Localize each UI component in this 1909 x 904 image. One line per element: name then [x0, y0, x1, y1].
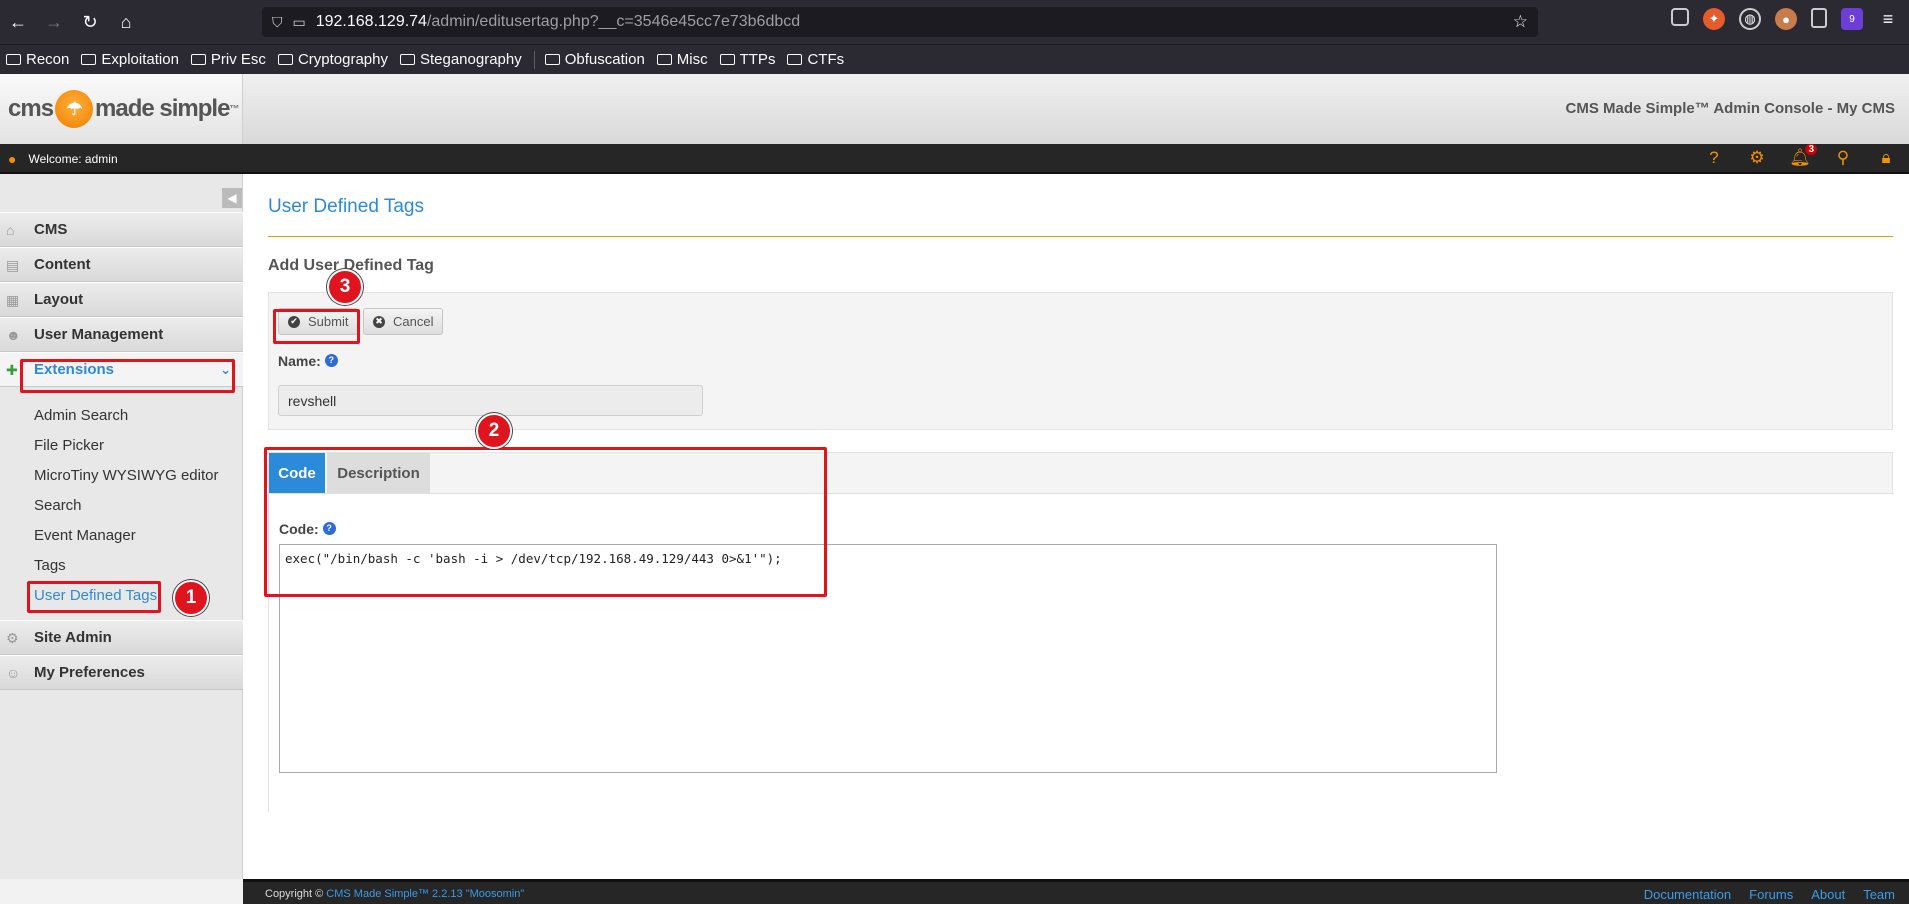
bookmark-ttps[interactable]: TTPs [719, 51, 775, 68]
home-icon: ⌂ [6, 222, 15, 238]
clipboard-icon[interactable] [1811, 8, 1827, 28]
folder-icon [719, 54, 735, 65]
annotation-box-extensions [20, 359, 235, 393]
foxyproxy-icon[interactable]: ✦ [1703, 8, 1725, 30]
bookmark-star-icon[interactable]: ☆ [1513, 12, 1528, 32]
cms-header: cms ☂ made simple ™ CMS Made Simple™ Adm… [0, 74, 1909, 144]
sidebar-item-tags[interactable]: Tags [34, 557, 66, 574]
bookmark-ctfs[interactable]: CTFs [787, 51, 844, 68]
footer-link-forums[interactable]: Forums [1749, 887, 1793, 902]
reload-icon[interactable]: ↻ [72, 4, 108, 40]
users-icon: ☻ [6, 327, 21, 343]
content-icon: ▤ [6, 257, 20, 273]
page-title: User Defined Tags [268, 196, 424, 217]
annotation-badge-2: 2 [476, 413, 512, 449]
notification-count: 3 [1805, 144, 1817, 155]
sidebar-item-event-manager[interactable]: Event Manager [34, 527, 136, 544]
shield-icon[interactable]: ⛉ [272, 14, 283, 31]
logo-sun-icon: ☂ [55, 90, 94, 128]
home-icon[interactable]: ⌂ [108, 4, 144, 40]
bookmark-steganography[interactable]: Steganography [399, 51, 522, 68]
close-icon: ✖ [373, 315, 385, 328]
sidebar-section-user-management[interactable]: ☻ User Management [0, 317, 243, 352]
url-host: 192.168.129.74 [315, 13, 427, 30]
url-bar[interactable]: ⛉ ▭ 192.168.129.74/admin/editusertag.php… [262, 7, 1538, 37]
tag-form: ✔ Submit ✖ Cancel Name:? revshell [268, 292, 1893, 430]
logout-lock-icon[interactable]: 🔒︎ [1875, 148, 1897, 168]
folder-icon [656, 54, 672, 65]
sidebar: ◀ ⌂ CMS ▤ Content ▦ Layout ☻ User Management… [0, 174, 243, 879]
bookmark-cryptography[interactable]: Cryptography [277, 51, 388, 68]
name-label: Name:? [278, 353, 338, 369]
folder-icon [190, 54, 206, 65]
notifications-bell-icon[interactable]: 🔔︎ 3 [1789, 144, 1817, 168]
annotation-box-submit [273, 309, 360, 344]
layout-icon: ▦ [6, 292, 20, 308]
extension-icons: ✦ ◍ ● 9 ≡ [1671, 8, 1899, 30]
user-icon: ● [8, 151, 17, 167]
settings-gear-icon[interactable]: ⚙ [1746, 148, 1768, 168]
welcome-text: ● Welcome: admin [8, 151, 118, 167]
folder-icon [6, 54, 21, 65]
extension-badge-icon[interactable]: 9 [1841, 8, 1863, 30]
name-input[interactable]: revshell [278, 385, 703, 416]
footer-link-about[interactable]: About [1811, 887, 1845, 902]
annotation-box-user-defined-tags [27, 581, 161, 613]
annotation-badge-3: 3 [327, 269, 363, 305]
welcome-bar: ● Welcome: admin ? ⚙ 🔔︎ 3 ⚲ 🔒︎ [0, 144, 1909, 174]
back-icon[interactable]: ← [0, 4, 36, 40]
sidebar-item-search[interactable]: Search [34, 497, 82, 514]
folder-icon [81, 54, 97, 65]
footer-link-team[interactable]: Team [1863, 887, 1895, 902]
shortcut-icons: ? ⚙ 🔔︎ 3 ⚲ 🔒︎ [1703, 144, 1897, 168]
cms-version-link[interactable]: CMS Made Simple™ 2.2.13 "Moosomin" [326, 888, 524, 900]
footer-link-documentation[interactable]: Documentation [1644, 887, 1731, 902]
bookmark-recon[interactable]: Recon [6, 51, 69, 68]
collapse-sidebar-icon[interactable]: ◀ [222, 188, 242, 208]
wappalyzer-icon[interactable]: ◍ [1739, 8, 1761, 30]
annotation-badge-1: 1 [173, 580, 209, 616]
menu-icon[interactable]: ≡ [1877, 8, 1899, 30]
page-info-icon[interactable]: ▭ [293, 14, 306, 31]
folder-icon [544, 54, 560, 65]
sidebar-section-my-preferences[interactable]: ☺ My Preferences [0, 655, 243, 690]
sidebar-section-layout[interactable]: ▦ Layout [0, 282, 243, 317]
help-icon[interactable]: ? [1703, 148, 1725, 168]
bookmark-obfuscation[interactable]: Obfuscation [544, 51, 645, 68]
bookmark-priv-esc[interactable]: Priv Esc [190, 51, 266, 68]
search-icon[interactable]: ⚲ [1832, 148, 1854, 168]
cancel-button[interactable]: ✖ Cancel [363, 308, 444, 335]
logo-text: cms ☂ made simple ™ [8, 90, 239, 128]
sidebar-section-cms[interactable]: ⌂ CMS [0, 212, 243, 247]
person-icon: ☺ [6, 665, 21, 681]
url-path: /admin/editusertag.php?__c=3546e45cc7e73… [426, 13, 801, 30]
browser-toolbar: ← → ↻ ⌂ ⛉ ▭ 192.168.129.74/admin/edituse… [0, 0, 1909, 44]
copyright: Copyright © CMS Made Simple™ 2.2.13 "Moo… [265, 888, 525, 900]
help-icon[interactable]: ? [324, 353, 338, 367]
cookie-icon[interactable]: ● [1775, 8, 1797, 30]
sidebar-item-file-picker[interactable]: File Picker [34, 437, 104, 454]
annotation-box-code [264, 447, 827, 597]
sidebar-section-site-admin[interactable]: ⚙ Site Admin [0, 620, 243, 655]
sidebar-item-admin-search[interactable]: Admin Search [34, 407, 128, 424]
bookmark-misc[interactable]: Misc [656, 51, 708, 68]
sidebar-item-microtiny[interactable]: MicroTiny WYSIWYG editor [34, 467, 218, 484]
bookmarks-bar: Recon Exploitation Priv Esc Cryptography… [0, 44, 1909, 74]
bookmark-separator [533, 50, 535, 69]
footer-links: Documentation Forums About Team [1644, 887, 1895, 902]
gear-icon: ⚙ [6, 630, 19, 646]
folder-icon [399, 54, 415, 65]
console-title: CMS Made Simple™ Admin Console - My CMS [1565, 100, 1895, 117]
folder-icon [277, 54, 293, 65]
folder-icon [787, 54, 803, 65]
forward-icon[interactable]: → [36, 4, 72, 40]
title-divider [268, 236, 1893, 237]
footer: Copyright © CMS Made Simple™ 2.2.13 "Moo… [243, 879, 1909, 904]
pocket-icon[interactable] [1671, 8, 1689, 26]
bookmark-exploitation[interactable]: Exploitation [81, 51, 179, 68]
sidebar-section-content[interactable]: ▤ Content [0, 247, 243, 282]
cms-logo[interactable]: cms ☂ made simple ™ [0, 74, 243, 144]
